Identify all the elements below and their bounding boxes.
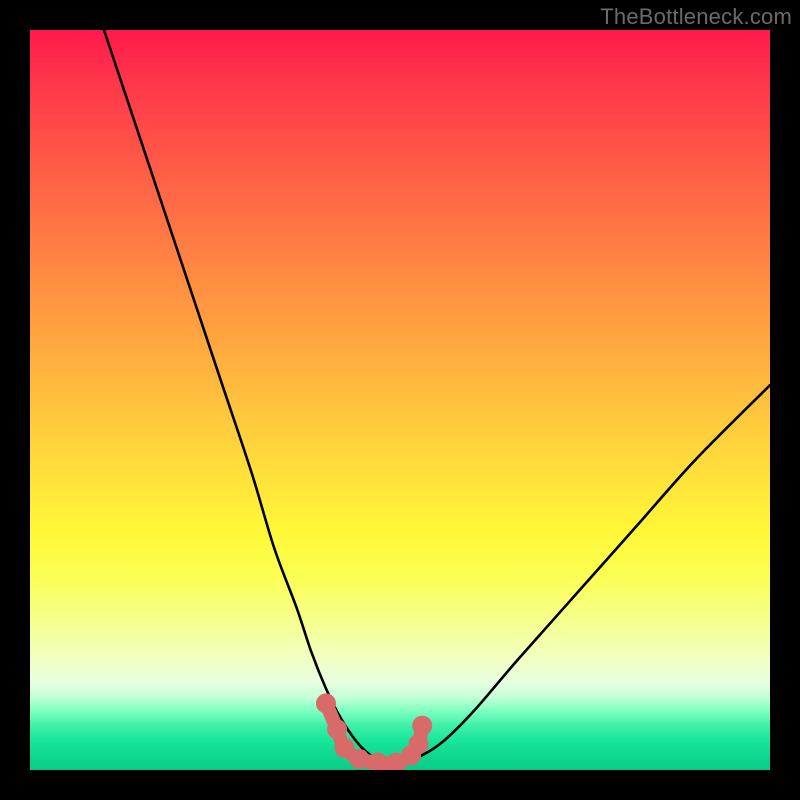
highlight-dot	[412, 716, 432, 736]
bottleneck-curve-path	[104, 30, 770, 764]
highlight-dot	[316, 693, 336, 713]
highlight-dot	[327, 719, 347, 739]
plot-area	[30, 30, 770, 770]
curve-svg	[30, 30, 770, 770]
highlight-dot	[409, 734, 429, 754]
chart-frame: TheBottleneck.com	[0, 0, 800, 800]
highlight-dots-group	[316, 693, 432, 770]
highlight-dot	[349, 749, 369, 769]
watermark-text: TheBottleneck.com	[600, 4, 792, 30]
